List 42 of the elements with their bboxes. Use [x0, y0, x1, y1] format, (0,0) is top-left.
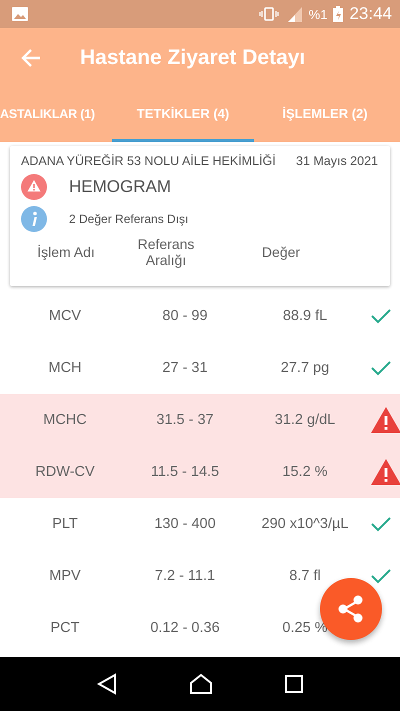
column-header: İşlem Adı	[36, 244, 96, 260]
facility-name: ADANA YÜREĞİR 53 NOLU AİLE HEKİMLİĞİ	[21, 154, 276, 168]
table-cell-text: 80 - 99	[161, 308, 209, 324]
recents-icon[interactable]	[284, 674, 304, 694]
tab[interactable]: ASTALIKLAR (1)	[0, 88, 112, 142]
table-cell-text: 8.7 fl	[288, 568, 322, 584]
table-cell-text: MPV	[48, 568, 82, 584]
battery-icon	[333, 6, 344, 22]
visit-date: 31 Mayıs 2021	[296, 154, 378, 168]
screen-title: Hastane Ziyaret Detayı	[80, 46, 306, 70]
image-icon	[12, 7, 28, 21]
table-cell-text: PCT	[50, 620, 80, 636]
table-cell-text: MCV	[48, 308, 82, 324]
info-icon	[21, 206, 47, 232]
table-cell-text: 130 - 400	[153, 516, 217, 532]
share-icon	[338, 595, 364, 623]
table-cell-text: 27 - 31	[161, 360, 209, 376]
clock: 23:44	[349, 4, 392, 24]
table-cell-text: 88.9 fL	[282, 308, 328, 324]
table-cell-text: MCHC	[42, 412, 88, 428]
table-cell-text: 11.5 - 14.5	[150, 464, 220, 480]
battery-percent: %1	[308, 6, 328, 22]
table-cell-text: RDW-CV	[34, 464, 96, 480]
table-cell-text: 7.2 - 11.1	[154, 568, 216, 584]
table-cell-text: PLT	[51, 516, 79, 532]
tab[interactable]: İŞLEMLER (2)	[254, 88, 396, 142]
test-name: HEMOGRAM	[69, 177, 171, 197]
column-header: Değer	[260, 244, 302, 260]
warning-icon	[21, 174, 47, 200]
table-cell-text: 31.5 - 37	[155, 412, 215, 428]
table-cell-text: 290 x10^3/µL	[260, 516, 350, 532]
home-icon[interactable]	[188, 673, 213, 695]
table-cell-text: 27.7 pg	[280, 360, 330, 376]
table-cell-text: MCH	[47, 360, 83, 376]
column-header: Referans Aralığı	[136, 236, 196, 268]
tab[interactable]: TETKİKLER (4)	[112, 88, 254, 142]
table-cell-text: 0.12 - 0.36	[149, 620, 221, 636]
table-cell-text: 31.2 g/dL	[274, 412, 336, 428]
table-cell-text: 15.2 %	[281, 464, 329, 480]
info-text: 2 Değer Referans Dışı	[69, 212, 188, 226]
back-icon[interactable]	[96, 673, 118, 695]
vibrate-icon	[258, 7, 279, 21]
